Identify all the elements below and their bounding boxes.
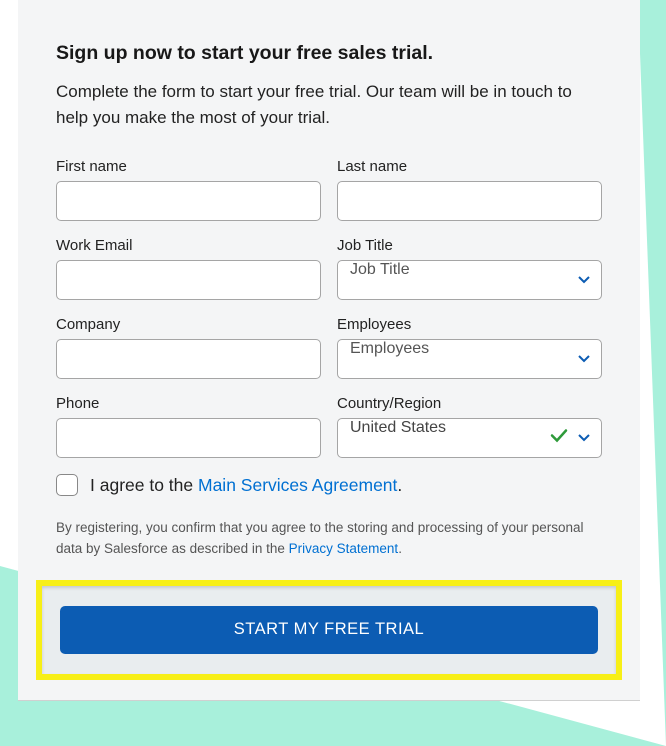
job-title-select[interactable]: Job Title <box>337 260 602 300</box>
first-name-input[interactable] <box>56 181 321 221</box>
first-name-label: First name <box>56 158 321 175</box>
agree-prefix: I agree to the <box>90 475 198 495</box>
company-label: Company <box>56 316 321 333</box>
cta-highlight-box: START MY FREE TRIAL <box>36 580 622 680</box>
main-services-agreement-link[interactable]: Main Services Agreement <box>198 475 397 495</box>
phone-label: Phone <box>56 395 321 412</box>
country-select[interactable]: United States <box>337 418 602 458</box>
company-input[interactable] <box>56 339 321 379</box>
page-subheading: Complete the form to start your free tri… <box>56 79 602 130</box>
employees-label: Employees <box>337 316 602 333</box>
agree-suffix: . <box>397 475 402 495</box>
agree-checkbox[interactable] <box>56 474 78 496</box>
disclaimer-text: By registering, you confirm that you agr… <box>56 518 602 560</box>
page-heading: Sign up now to start your free sales tri… <box>56 42 602 65</box>
employees-select[interactable]: Employees <box>337 339 602 379</box>
country-label: Country/Region <box>337 395 602 412</box>
last-name-input[interactable] <box>337 181 602 221</box>
disclaimer-suffix: . <box>398 541 402 556</box>
privacy-statement-link[interactable]: Privacy Statement <box>289 541 399 556</box>
work-email-input[interactable] <box>56 260 321 300</box>
work-email-label: Work Email <box>56 237 321 254</box>
signup-card: Sign up now to start your free sales tri… <box>18 0 640 701</box>
phone-input[interactable] <box>56 418 321 458</box>
job-title-label: Job Title <box>337 237 602 254</box>
agree-label: I agree to the Main Services Agreement. <box>90 475 402 496</box>
last-name-label: Last name <box>337 158 602 175</box>
start-trial-button[interactable]: START MY FREE TRIAL <box>60 606 598 654</box>
